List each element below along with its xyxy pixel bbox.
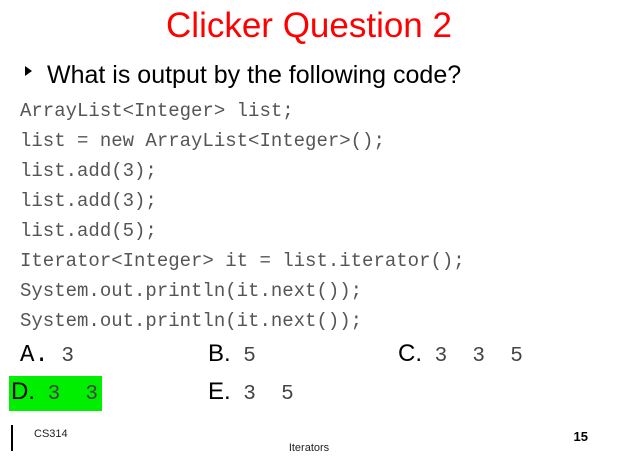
option-c: C. 3 3 5	[398, 338, 523, 373]
code-line: Iterator<Integer> it = list.iterator();	[20, 250, 465, 272]
code-block: ArrayList<Integer> list; list = new Arra…	[20, 96, 465, 336]
option-b: B. 5	[208, 338, 256, 373]
code-line: list.add(5);	[20, 220, 157, 242]
code-line: System.out.println(it.next());	[20, 310, 363, 332]
footer-course: CS314	[34, 428, 68, 440]
option-value: 3 3 5	[422, 345, 523, 368]
slide-title: Clicker Question 2	[166, 6, 452, 45]
slide: Clicker Question 2 What is output by the…	[0, 0, 618, 459]
option-letter: C.	[398, 340, 422, 367]
code-line: list.add(3);	[20, 190, 157, 212]
option-d-highlighted: D. 3 3	[9, 376, 103, 411]
option-letter: A.	[20, 342, 49, 369]
code-line: ArrayList<Integer> list;	[20, 100, 294, 122]
page-number: 15	[573, 429, 588, 444]
code-line: System.out.println(it.next());	[20, 280, 363, 302]
option-letter: D.	[11, 378, 35, 405]
question-text: What is output by the following code?	[47, 61, 462, 89]
option-letter: E.	[208, 378, 231, 405]
footer-topic: Iterators	[288, 442, 330, 454]
option-e: E. 3 5	[208, 376, 294, 411]
code-line: list = new ArrayList<Integer>();	[20, 130, 385, 152]
option-value: 5	[230, 345, 256, 368]
question-bullet: What is output by the following code?	[25, 58, 461, 92]
option-a: A. 3	[20, 338, 74, 373]
bullet-triangle-icon	[25, 66, 32, 76]
code-line: list.add(3);	[20, 160, 157, 182]
option-value: 3 5	[230, 383, 294, 406]
option-value: 3 3	[35, 383, 99, 406]
option-value: 3	[48, 345, 75, 368]
option-letter: B.	[208, 340, 231, 367]
